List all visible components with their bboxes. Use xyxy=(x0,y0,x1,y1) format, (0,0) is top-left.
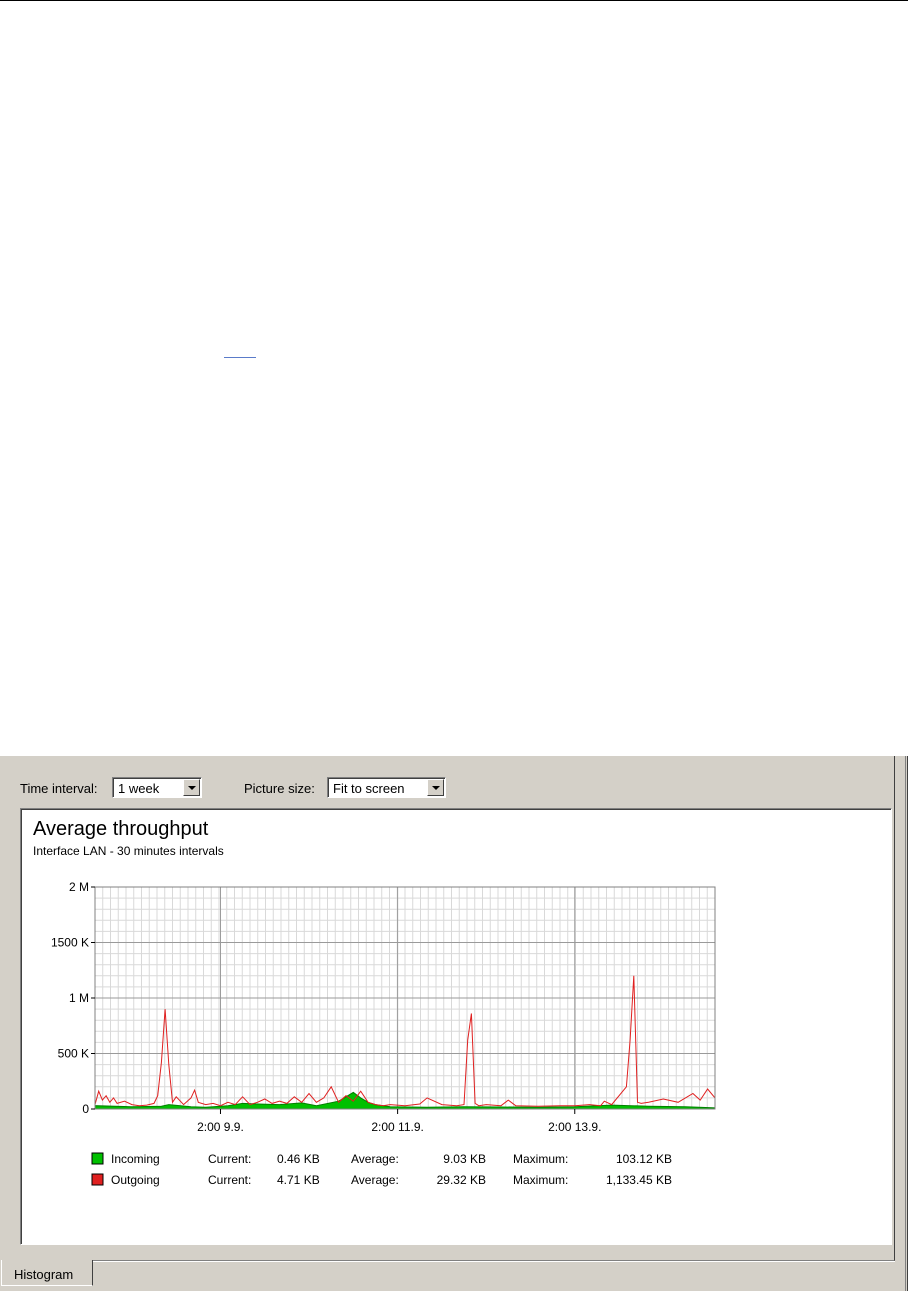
picture-size-dropdown-button[interactable] xyxy=(427,779,444,796)
legend-swatch-incoming xyxy=(91,1152,104,1165)
time-interval-dropdown-button[interactable] xyxy=(183,779,200,796)
chart-title: Average throughput xyxy=(33,818,209,840)
y-tick-label: 1 M xyxy=(69,991,89,1005)
top-rule xyxy=(0,0,908,1)
legend-name: Incoming xyxy=(111,1152,160,1166)
legend-swatch-outgoing xyxy=(91,1173,104,1186)
legend-current: 4.71 KB xyxy=(277,1173,320,1187)
y-tick-label: 0 xyxy=(82,1102,89,1116)
chevron-down-icon xyxy=(432,786,440,790)
legend-average-label: Average: xyxy=(351,1152,399,1166)
throughput-chart: Average throughput Interface LAN - 30 mi… xyxy=(33,818,716,1187)
y-tick-label: 2 M xyxy=(69,880,89,894)
picture-size-value: Fit to screen xyxy=(333,781,405,796)
legend-current-label: Current: xyxy=(208,1152,251,1166)
legend-average-label: Average: xyxy=(351,1173,399,1187)
chart-pane: Average throughput Interface LAN - 30 mi… xyxy=(20,808,892,1245)
app-window: Time interval: 1 week Picture size: Fit … xyxy=(0,756,908,1291)
legend-name: Outgoing xyxy=(111,1173,160,1187)
legend-average: 29.32 KB xyxy=(437,1173,486,1187)
time-interval-label: Time interval: xyxy=(20,781,98,796)
x-tick-label: 2:00 11.9. xyxy=(371,1120,424,1134)
legend-current-label: Current: xyxy=(208,1173,251,1187)
link-underline[interactable] xyxy=(224,357,256,358)
legend-maximum-label: Maximum: xyxy=(513,1152,568,1166)
x-tick-label: 2:00 9.9. xyxy=(197,1120,244,1134)
tab-strip-line xyxy=(93,1261,895,1262)
legend-maximum-label: Maximum: xyxy=(513,1173,568,1187)
y-tick-label: 1500 K xyxy=(51,936,89,950)
time-interval-value: 1 week xyxy=(118,781,160,796)
legend-maximum: 103.12 KB xyxy=(616,1152,672,1166)
tab-histogram-label: Histogram xyxy=(14,1267,74,1282)
tab-histogram[interactable]: Histogram xyxy=(1,1260,93,1286)
histogram-panel: Time interval: 1 week Picture size: Fit … xyxy=(1,756,895,1261)
chevron-down-icon xyxy=(188,786,196,790)
time-interval-select[interactable]: 1 week xyxy=(112,777,202,798)
chart-grid xyxy=(94,886,716,1110)
chart-subtitle: Interface LAN - 30 minutes intervals xyxy=(33,844,224,858)
chart-legend: Incoming Current: 0.46 KB Average: 9.03 KB Ma… xyxy=(91,1152,672,1187)
legend-maximum: 1,133.45 KB xyxy=(606,1173,672,1187)
y-tick-label: 500 K xyxy=(58,1047,89,1061)
legend-average: 9.03 KB xyxy=(443,1152,486,1166)
picture-size-select[interactable]: Fit to screen xyxy=(327,777,446,798)
legend-current: 0.46 KB xyxy=(277,1152,320,1166)
picture-size-label: Picture size: xyxy=(244,781,315,796)
x-tick-label: 2:00 13.9. xyxy=(548,1120,601,1134)
